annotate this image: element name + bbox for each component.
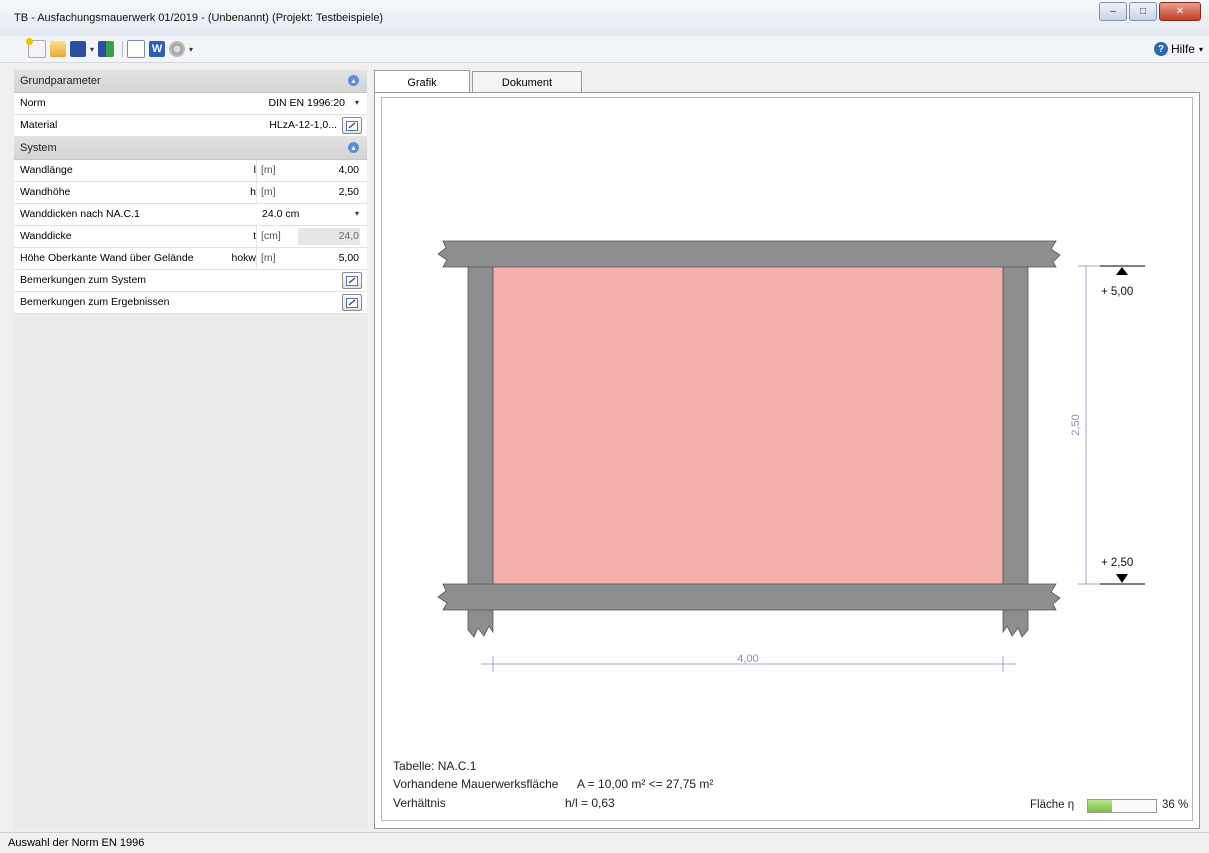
infill-wall	[492, 265, 1004, 585]
verhaeltnis-label: Verhältnis	[393, 796, 446, 810]
top-level-label: + 5,00	[1101, 286, 1133, 298]
right-column	[1002, 265, 1029, 638]
width-dimension-label: 4,00	[737, 653, 758, 665]
utilization-progress-bar	[1087, 799, 1157, 813]
progress-label: Fläche η	[1030, 799, 1075, 811]
progress-fill	[1088, 800, 1113, 812]
height-dimension-label: 2,50	[1070, 414, 1082, 435]
tabelle-label: Tabelle: NA.C.1	[393, 759, 477, 773]
level-triangle-up-icon	[1116, 267, 1128, 275]
wall-drawing: 2,50 + 5,00 + 2,50 4,00	[437, 240, 1145, 672]
status-bar: Auswahl der Norm EN 1996	[0, 832, 1209, 853]
left-column	[467, 265, 494, 638]
verhaeltnis-equation: h/l = 0,63	[565, 796, 615, 810]
level-triangle-down-icon	[1116, 574, 1128, 583]
status-text: Auswahl der Norm EN 1996	[8, 837, 145, 849]
bottom-beam	[437, 583, 1061, 611]
bottom-level-label: + 2,50	[1101, 557, 1133, 569]
flaeche-label: Vorhandene Mauerwerksfläche	[393, 777, 559, 791]
flaeche-equation: A = 10,00 m² <= 27,75 m²	[577, 777, 714, 791]
top-beam	[437, 240, 1061, 268]
progress-value: 36 %	[1162, 799, 1189, 811]
